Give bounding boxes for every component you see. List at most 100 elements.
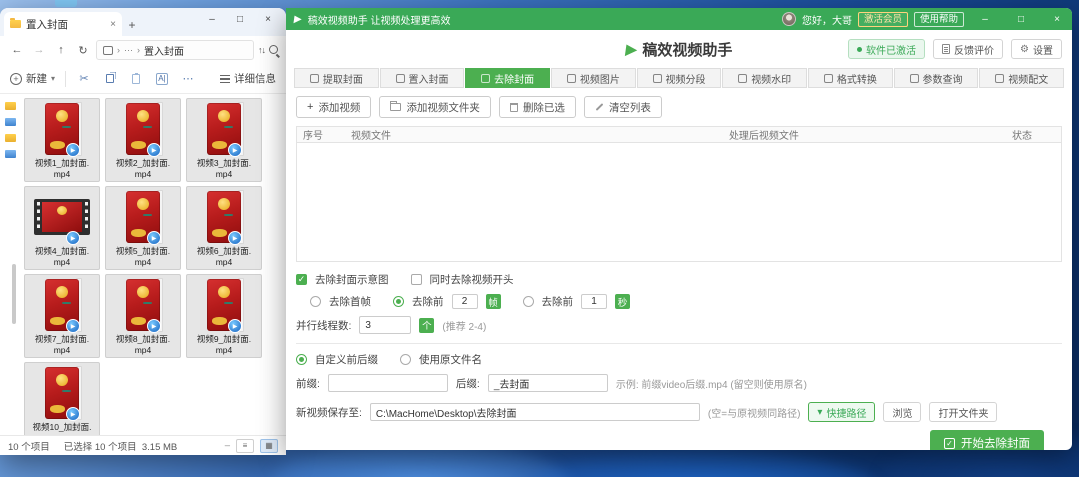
maximize-button[interactable]: □	[1006, 8, 1036, 30]
paste-icon[interactable]	[128, 71, 144, 87]
action-toolbar: +添加视频添加视频文件夹删除已选 清空列表	[296, 96, 1062, 118]
file-item[interactable]: ▶视频6_加封面.mp4	[186, 186, 262, 270]
file-item[interactable]: ▶视频1_加封面.mp4	[24, 98, 100, 182]
original-name-radio[interactable]	[400, 354, 411, 365]
app-logo-icon: ▶	[624, 41, 637, 58]
grid-view-icon[interactable]: ▦	[260, 439, 278, 453]
thumbnail-frame	[42, 202, 82, 232]
tab-3[interactable]: 去除封面	[465, 68, 550, 88]
activation-status-pill[interactable]: 软件已激活	[848, 39, 925, 59]
app-window: ▶ 稿效视频助手 让视频处理更高效 您好，大哥 激活会员 使用帮助 – □ × …	[286, 8, 1072, 450]
up-icon[interactable]: ↑	[52, 41, 70, 59]
tab-2[interactable]: 置入封面	[380, 68, 465, 88]
suffix-input[interactable]: _去封面	[488, 374, 608, 392]
tab-1[interactable]: 提取封面	[294, 68, 379, 88]
tab-9[interactable]: 视频配文	[979, 68, 1064, 88]
settings-button[interactable]: ⚙ 设置	[1011, 39, 1062, 59]
tab-8[interactable]: 参数查询	[894, 68, 979, 88]
plus-action-button[interactable]: +添加视频	[296, 96, 371, 118]
details-button[interactable]: 详细信息	[220, 71, 276, 86]
nav-pane-folder-icon[interactable]	[5, 134, 16, 142]
maximize-button[interactable]: □	[226, 8, 254, 30]
tab-7[interactable]: 格式转换	[808, 68, 893, 88]
remove-frames-radio[interactable]	[393, 296, 404, 307]
breadcrumb-folder[interactable]: 置入封面	[144, 43, 184, 58]
open-folder-button[interactable]: 打开文件夹	[929, 402, 997, 422]
sort-icon[interactable]: ↑↓	[258, 45, 265, 55]
list-view-icon[interactable]: ≡	[236, 439, 254, 453]
feedback-button[interactable]: 反馈评价	[933, 39, 1003, 59]
cut-icon[interactable]: ✂	[76, 71, 92, 87]
close-button[interactable]: ×	[254, 8, 282, 30]
remove-first-frame-radio[interactable]	[310, 296, 321, 307]
nav-pane-folder-icon[interactable]	[5, 118, 16, 126]
column-header: 状态	[1006, 127, 1061, 142]
table-body[interactable]	[297, 143, 1061, 261]
chevron-icon: ›	[117, 45, 120, 55]
video-thumbnail: ▶	[27, 278, 97, 332]
ellipsis-crumb[interactable]: ⋯	[124, 45, 133, 56]
nav-pane-folder-icon[interactable]	[5, 102, 16, 110]
file-item[interactable]: ▶视频5_加封面.mp4	[105, 186, 181, 270]
file-grid: ▶视频1_加封面.mp4▶视频2_加封面.mp4▶视频3_加封面.mp4 ▶视频4…	[20, 94, 286, 435]
desktop-accent	[55, 0, 77, 7]
breadcrumb[interactable]: › ⋯ › 置入封面	[96, 40, 254, 60]
trash-action-button[interactable]: 删除已选	[499, 96, 576, 118]
file-item[interactable]: ▶视频9_加封面.mp4	[186, 274, 262, 358]
collapse-details-icon[interactable]: –	[225, 440, 230, 451]
file-item[interactable]: ▶视频10_加封面.mp4	[24, 362, 100, 435]
more-icon[interactable]: ⋯	[180, 71, 196, 87]
avatar[interactable]	[782, 12, 796, 26]
thread-unit-badge: 个	[419, 318, 434, 333]
custom-suffix-radio[interactable]	[296, 354, 307, 365]
explorer-tab-bar: 置入封面 × + – □ ×	[0, 8, 286, 36]
tab-label: 去除封面	[494, 71, 534, 86]
clear-action-button[interactable]: 清空列表	[584, 96, 662, 118]
save-path-input[interactable]: C:\MacHome\Desktop\去除封面	[370, 403, 700, 421]
forward-icon[interactable]: →	[30, 41, 48, 59]
tab-icon	[567, 74, 576, 83]
tab-4[interactable]: 视频图片	[551, 68, 636, 88]
file-item[interactable]: ▶视频4_加封面.mp4	[24, 186, 100, 270]
nav-pane-scrollbar[interactable]	[12, 264, 16, 324]
folder-action-button[interactable]: 添加视频文件夹	[379, 96, 491, 118]
new-button[interactable]: + 新建 ▾	[10, 71, 55, 86]
activation-badge[interactable]: 激活会员	[858, 12, 908, 27]
column-header: 处理后视频文件	[723, 127, 1006, 142]
search-icon[interactable]	[269, 45, 278, 54]
action-label: 清空列表	[609, 100, 651, 115]
tab-5[interactable]: 视频分段	[637, 68, 722, 88]
file-item[interactable]: ▶视频3_加封面.mp4	[186, 98, 262, 182]
rename-icon[interactable]: A|	[154, 71, 170, 87]
refresh-icon[interactable]: ↻	[74, 41, 92, 59]
quick-path-button[interactable]: ▾快捷路径	[808, 402, 875, 422]
thread-count-input[interactable]: 3	[359, 316, 411, 334]
file-item[interactable]: ▶视频2_加封面.mp4	[105, 98, 181, 182]
minimize-button[interactable]: –	[198, 8, 226, 30]
header-buttons: 软件已激活 反馈评价 ⚙ 设置	[848, 39, 1062, 59]
cover-preview-checkbox[interactable]: ✓	[296, 274, 307, 285]
chevron-down-icon: ▾	[51, 74, 55, 83]
prefix-input[interactable]	[328, 374, 448, 392]
seconds-count-input[interactable]: 1	[581, 294, 607, 309]
copy-icon[interactable]	[102, 71, 118, 87]
new-tab-button[interactable]: +	[122, 14, 142, 36]
chevron-icon: ›	[137, 45, 140, 55]
help-badge[interactable]: 使用帮助	[914, 12, 964, 27]
file-item[interactable]: ▶视频7_加封面.mp4	[24, 274, 100, 358]
back-icon[interactable]: ←	[8, 41, 26, 59]
tab-6[interactable]: 视频水印	[722, 68, 807, 88]
frames-count-input[interactable]: 2	[452, 294, 478, 309]
minimize-button[interactable]: –	[970, 8, 1000, 30]
remove-head-checkbox[interactable]	[411, 274, 422, 285]
close-tab-icon[interactable]: ×	[110, 19, 116, 30]
start-button[interactable]: ✓ 开始去除封面	[930, 430, 1044, 450]
remove-seconds-radio[interactable]	[523, 296, 534, 307]
explorer-tab[interactable]: 置入封面 ×	[4, 12, 122, 36]
browse-button[interactable]: 浏览	[883, 402, 921, 422]
save-path-label: 新视频保存至:	[296, 405, 362, 420]
file-item[interactable]: ▶视频8_加封面.mp4	[105, 274, 181, 358]
explorer-window-controls: – □ ×	[198, 8, 282, 30]
close-button[interactable]: ×	[1042, 8, 1072, 30]
nav-pane-folder-icon[interactable]	[5, 150, 16, 158]
